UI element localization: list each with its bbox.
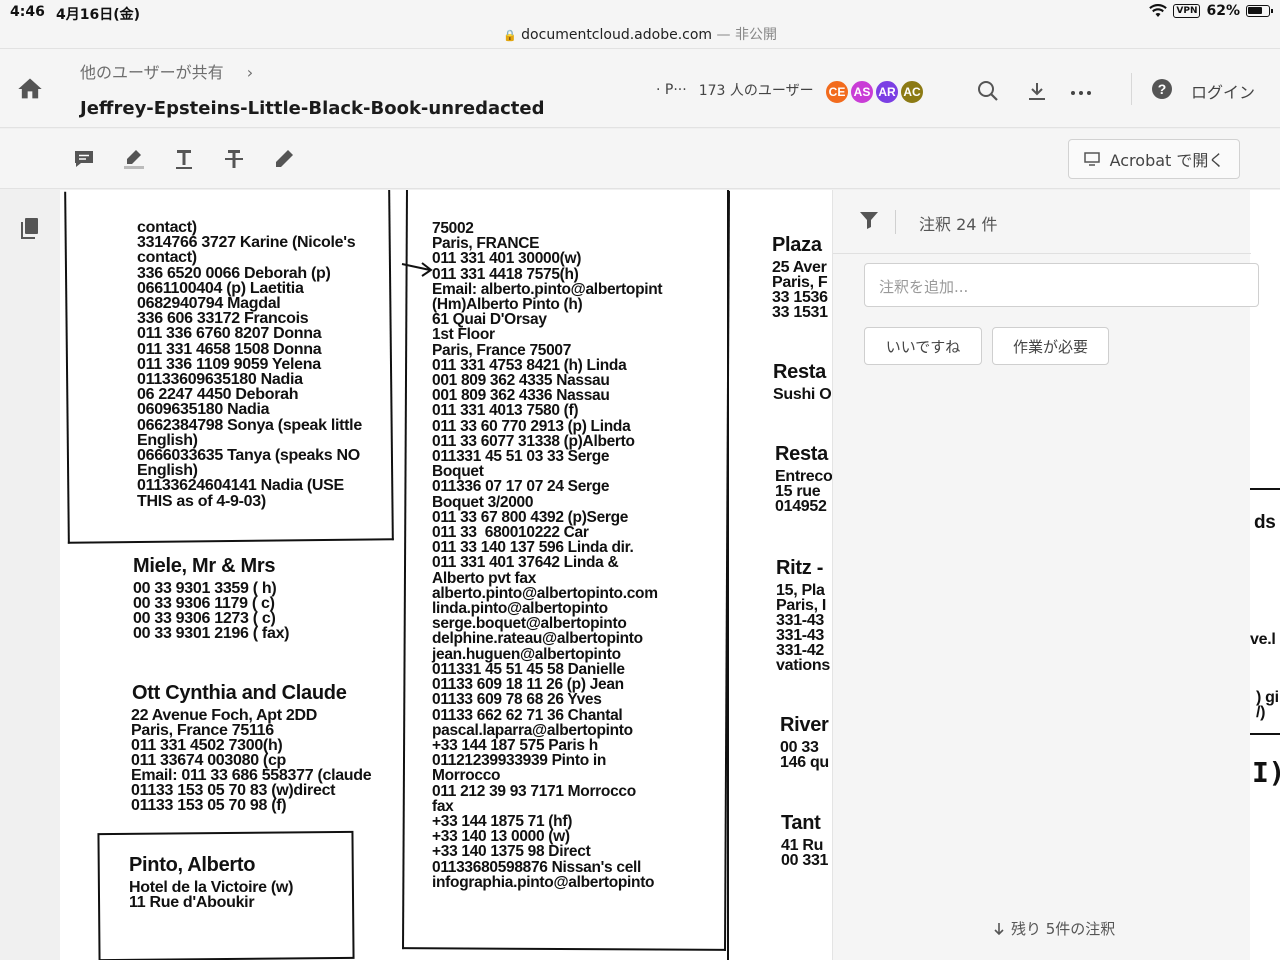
svg-text:?: ?	[1158, 81, 1167, 97]
document-title: Jeffrey-Epsteins-Little-Black-Book-unred…	[80, 98, 545, 119]
load-more-comments[interactable]: 残り 5件の注釈	[993, 918, 1115, 939]
vpn-badge: VPN	[1173, 4, 1201, 18]
panel-header-divider	[895, 210, 896, 234]
chevron-right-icon: ›	[246, 63, 254, 82]
peek-text-a: ds	[1254, 512, 1276, 533]
arrow-down-icon	[994, 922, 1004, 935]
share-prefix: · P···	[656, 82, 687, 98]
monitor-icon	[1083, 152, 1100, 166]
entry-lines-resta-2: Entreco 15 rue 014952	[775, 468, 832, 515]
like-chip-button[interactable]: いいですね	[864, 327, 982, 365]
avatar[interactable]: CE	[824, 79, 850, 105]
add-comment-input[interactable]: 注釈を追加...	[864, 263, 1259, 307]
peek-text-d: I)	[1252, 756, 1280, 789]
wifi-icon	[1149, 4, 1168, 17]
contacts-block-1: contact) 3314766 3727 Karine (Nicole's c…	[137, 219, 362, 510]
annotation-toolbar: Acrobat で開く	[0, 129, 1280, 189]
comments-panel-header: 注釈 24 件	[833, 190, 1251, 254]
lock-icon: 🔒	[503, 29, 517, 42]
column-3-divider	[727, 190, 729, 960]
filter-icon[interactable]	[857, 208, 881, 232]
status-indicators: VPN 62%	[1149, 3, 1273, 19]
app-header: 他のユーザーが共有 › Jeffrey-Epsteins-Little-Blac…	[0, 48, 1280, 128]
battery-icon	[1246, 5, 1273, 17]
entry-lines-miele: 00 33 9301 3359 ( h) 00 33 9306 1179 ( c…	[133, 580, 290, 642]
breadcrumb-shared[interactable]: 他のユーザーが共有	[80, 63, 224, 82]
share-info[interactable]: · P··· 173 人のユーザー	[656, 80, 814, 100]
entry-head-plaza: Plaza	[772, 234, 822, 256]
avatar[interactable]: AC	[899, 79, 925, 105]
peek-text-b: ve.l	[1250, 631, 1276, 648]
draw-pencil-icon[interactable]	[272, 147, 296, 171]
comments-panel: 注釈 24 件 注釈を追加... いいですね 作業が必要 残り 5件の注釈	[832, 190, 1259, 960]
entry-head-resta-1: Resta	[773, 361, 826, 383]
avatar-stack[interactable]: CE AS AR AC	[824, 79, 925, 105]
entry-head-tant: Tant	[781, 812, 821, 834]
comments-count: 注釈 24 件	[919, 215, 998, 234]
open-in-acrobat-button[interactable]: Acrobat で開く	[1068, 139, 1240, 179]
login-link[interactable]: ログイン	[1191, 79, 1255, 103]
search-icon[interactable]	[976, 79, 1000, 103]
peek-rule	[1250, 733, 1280, 735]
entry-head-resta-2: Resta	[775, 443, 828, 465]
url-bar[interactable]: 🔒 documentcloud.adobe.com — 非公開	[0, 24, 1280, 44]
underline-text-icon[interactable]	[172, 147, 196, 171]
contacts-block-pinto: 75002 Paris, FRANCE 011 331 401 30000(w)…	[432, 220, 663, 891]
entry-name-ott: Ott Cynthia and Claude	[132, 682, 347, 704]
entry-lines-ott: 22 Avenue Foch, Apt 2DD Paris, France 75…	[131, 707, 372, 814]
entry-name-miele: Miele, Mr & Mrs	[133, 555, 276, 577]
avatar[interactable]: AS	[849, 79, 875, 105]
help-icon[interactable]: ?	[1150, 77, 1174, 101]
action-required-chip-button[interactable]: 作業が必要	[992, 327, 1109, 365]
open-in-acrobat-label: Acrobat で開く	[1109, 151, 1225, 170]
entry-lines-pinto: Hotel de la Victoire (w) 11 Rue d'Abouki…	[129, 879, 294, 911]
download-icon[interactable]	[1025, 79, 1049, 103]
header-divider	[1131, 73, 1132, 105]
hand-arrow-icon	[401, 262, 433, 277]
status-date: 4月16日(金)	[56, 7, 141, 23]
strikethrough-text-icon[interactable]	[222, 147, 246, 171]
battery-percent: 62%	[1206, 3, 1240, 19]
entry-lines-river: 00 33 146 qu	[780, 739, 829, 771]
entry-lines-plaza: 25 Aver Paris, F 33 1536 33 1531	[772, 259, 828, 321]
remaining-comments-label: 残り 5件の注釈	[1011, 920, 1116, 938]
app-root: 4:46 4月16日(金) 🔒 documentcloud.adobe.com …	[0, 0, 1280, 960]
entry-lines-resta-1: Sushi O	[773, 386, 832, 403]
status-bar: 4:46 4月16日(金) 🔒 documentcloud.adobe.com …	[0, 0, 1280, 48]
entry-name-pinto: Pinto, Alberto	[129, 854, 256, 876]
more-icon[interactable]	[1069, 79, 1093, 103]
breadcrumb[interactable]: 他のユーザーが共有 ›	[80, 59, 253, 83]
entry-head-ritz: Ritz -	[776, 557, 824, 579]
privacy-label: — 非公開	[716, 27, 777, 43]
entry-lines-tant: 41 Ru 00 331	[781, 837, 829, 869]
peek-text-c: ) gi /)	[1256, 689, 1279, 721]
url-text: documentcloud.adobe.com	[521, 27, 713, 43]
document-page[interactable]: contact) 3314766 3727 Karine (Nicole's c…	[60, 190, 832, 960]
left-rail	[0, 190, 60, 960]
peek-rule	[1250, 488, 1280, 490]
entry-head-river: River	[780, 714, 829, 736]
comment-icon[interactable]	[72, 147, 96, 171]
highlight-icon[interactable]	[122, 147, 146, 171]
status-time: 4:46	[10, 4, 45, 20]
users-count[interactable]: 173 人のユーザー	[699, 80, 814, 100]
page-thumbnails-icon[interactable]	[18, 216, 42, 240]
avatar[interactable]: AR	[874, 79, 900, 105]
home-icon[interactable]	[16, 75, 44, 103]
entry-lines-ritz: 15, Pla Paris, I 331-43 331-43 331-42 va…	[776, 582, 830, 674]
